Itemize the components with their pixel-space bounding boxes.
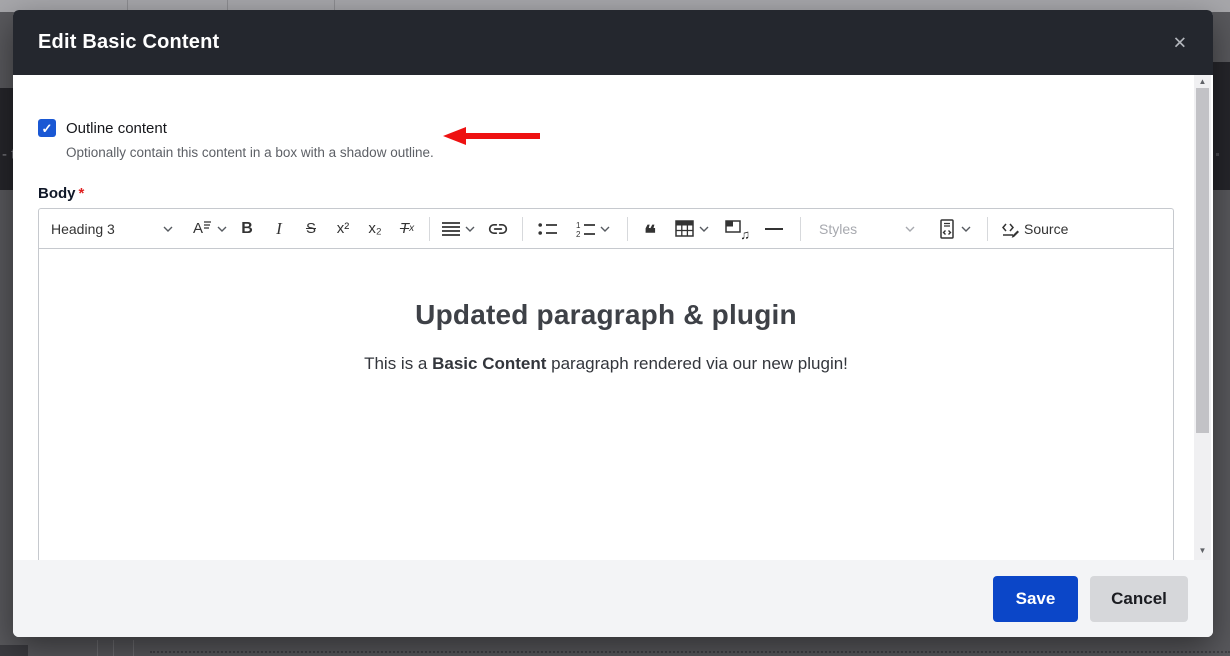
checkmark-icon: ✓ [42, 122, 53, 135]
heading-dropdown[interactable]: Heading 3 [49, 214, 179, 244]
font-size-button[interactable]: A [189, 214, 231, 244]
horizontal-line-icon [765, 228, 783, 230]
save-button[interactable]: Save [993, 576, 1078, 622]
bulleted-list-icon [538, 221, 557, 237]
styles-dropdown-placeholder: Styles [819, 221, 857, 237]
outline-content-row: ✓ Outline content [38, 119, 1174, 137]
paragraph-bold-text: Basic Content [432, 354, 546, 373]
link-button[interactable] [480, 214, 516, 244]
styles-dropdown[interactable]: Styles [811, 214, 923, 244]
source-button[interactable]: Source [994, 214, 1074, 244]
annotation-arrow [443, 127, 541, 145]
superscript-button[interactable]: x² [327, 214, 359, 244]
background-table-dotted-line [150, 651, 1230, 653]
numbered-list-button[interactable]: 1 2 [565, 214, 621, 244]
dialog-scrollbar[interactable]: ▲ ▼ [1194, 75, 1211, 560]
font-size-icon: A [193, 220, 203, 237]
background-table-line [113, 640, 114, 656]
heading-dropdown-value: Heading 3 [51, 221, 115, 237]
dialog-title: Edit Basic Content [38, 31, 219, 54]
background-table-line [133, 640, 134, 656]
numbered-list-icon: 1 2 [576, 220, 595, 238]
paragraph-text: This is a [364, 354, 432, 373]
chevron-down-icon [465, 226, 475, 232]
chevron-down-icon [217, 226, 227, 232]
insert-media-button[interactable]: ♫ [718, 214, 754, 244]
editor-content-area[interactable]: Updated paragraph & plugin This is a Bas… [39, 249, 1173, 560]
chevron-down-icon [961, 226, 971, 232]
strikethrough-button[interactable]: S [295, 214, 327, 244]
svg-text:2: 2 [576, 230, 581, 238]
background-dark-band-right [1210, 62, 1230, 190]
html-embed-icon [938, 219, 956, 239]
dialog-body: ✓ Outline content Optionally contain thi… [13, 75, 1213, 560]
remove-format-sub: x [409, 223, 414, 234]
media-note-icon: ♫ [740, 227, 750, 242]
table-icon [675, 220, 694, 237]
required-asterisk: * [79, 185, 85, 202]
text-alignment-button[interactable] [436, 214, 480, 244]
scroll-up-icon[interactable]: ▲ [1194, 75, 1211, 89]
toolbar-separator [800, 217, 801, 241]
chevron-down-icon [699, 226, 709, 232]
html-embed-button[interactable] [927, 214, 981, 244]
dialog-header: Edit Basic Content ✕ [13, 10, 1213, 75]
paragraph-text: paragraph rendered via our new plugin! [546, 354, 847, 373]
insert-table-button[interactable] [666, 214, 718, 244]
toolbar-separator [627, 217, 628, 241]
body-label-text: Body [38, 185, 76, 202]
background-table-line [97, 640, 98, 656]
close-icon[interactable]: ✕ [1173, 34, 1187, 51]
remove-format-icon: T [400, 220, 409, 237]
toolbar-separator [522, 217, 523, 241]
toolbar-separator [429, 217, 430, 241]
chevron-down-icon [905, 226, 915, 232]
chevron-down-icon [600, 226, 610, 232]
body-field-label: Body* [38, 185, 1174, 204]
italic-button[interactable]: I [263, 214, 295, 244]
source-button-label: Source [1024, 221, 1068, 237]
font-size-lines-icon [204, 221, 212, 229]
scrollbar-thumb[interactable] [1196, 88, 1209, 433]
cancel-button[interactable]: Cancel [1090, 576, 1188, 622]
outline-content-label[interactable]: Outline content [66, 120, 167, 137]
media-image-icon [725, 220, 741, 233]
align-justify-icon [442, 221, 460, 237]
background-table-cell [0, 645, 28, 656]
background-dot [1216, 153, 1219, 156]
chevron-down-icon [163, 226, 173, 232]
bulleted-list-button[interactable] [529, 214, 565, 244]
bold-button[interactable]: B [231, 214, 263, 244]
edit-basic-content-dialog: Edit Basic Content ✕ ✓ Outline content O… [13, 10, 1213, 637]
outline-content-help-text: Optionally contain this content in a box… [66, 145, 1174, 161]
remove-format-button[interactable]: Tx [391, 214, 423, 244]
svg-text:1: 1 [576, 221, 581, 230]
arrow-shaft [463, 133, 540, 139]
dialog-footer: Save Cancel [13, 560, 1213, 637]
outline-content-checkbox[interactable]: ✓ [38, 119, 56, 137]
toolbar-separator [987, 217, 988, 241]
rich-text-editor: Heading 3 A B I S x² x₂ [38, 208, 1174, 560]
link-icon [488, 219, 508, 239]
editor-toolbar: Heading 3 A B I S x² x₂ [39, 209, 1173, 249]
editor-paragraph: This is a Basic Content paragraph render… [39, 354, 1173, 374]
editor-heading: Updated paragraph & plugin [39, 299, 1173, 331]
block-quote-button[interactable]: ❝ [634, 214, 666, 244]
subscript-button[interactable]: x₂ [359, 214, 391, 244]
scroll-down-icon[interactable]: ▼ [1194, 544, 1211, 558]
source-icon [1000, 219, 1019, 238]
horizontal-line-button[interactable] [754, 214, 794, 244]
